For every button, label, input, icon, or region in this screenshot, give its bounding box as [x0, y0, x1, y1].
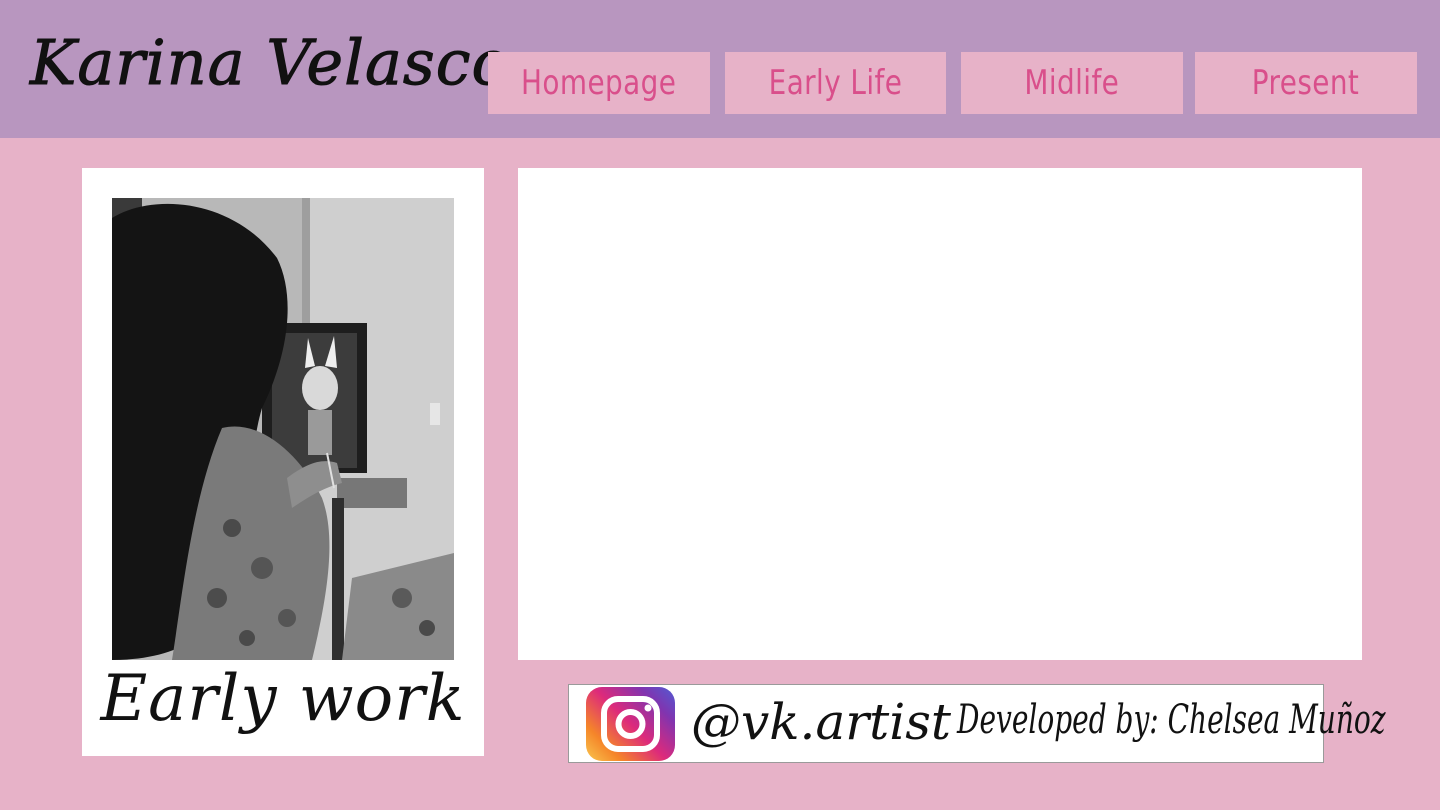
nav-tab-midlife[interactable]: Midlife	[961, 52, 1183, 114]
site-header: Karina Velasco Homepage Early Life Midli…	[0, 0, 1440, 138]
artist-painting-photo	[112, 198, 454, 660]
photo-illustration	[112, 198, 454, 660]
instagram-glyph	[601, 696, 660, 752]
photo-card: Early work	[82, 168, 484, 756]
content-panel	[518, 168, 1362, 660]
nav-tab-present-label: Present	[1252, 63, 1360, 103]
nav-tab-early-life-label: Early Life	[768, 63, 903, 103]
instagram-handle-link[interactable]: @vk.artist	[691, 693, 951, 751]
nav-tab-homepage-label: Homepage	[521, 63, 677, 103]
nav-tab-early-life[interactable]: Early Life	[725, 52, 946, 114]
nav-tab-present[interactable]: Present	[1195, 52, 1417, 114]
nav-tab-midlife-label: Midlife	[1024, 63, 1120, 103]
instagram-icon[interactable]	[586, 687, 675, 761]
nav-tab-homepage[interactable]: Homepage	[488, 52, 710, 114]
footer-bar: @vk.artist Developed by: Chelsea Muñoz	[568, 684, 1385, 763]
site-title: Karina Velasco	[30, 26, 510, 100]
photo-caption: Early work	[100, 662, 466, 736]
developer-credit: Developed by: Chelsea Muñoz	[957, 697, 1386, 743]
